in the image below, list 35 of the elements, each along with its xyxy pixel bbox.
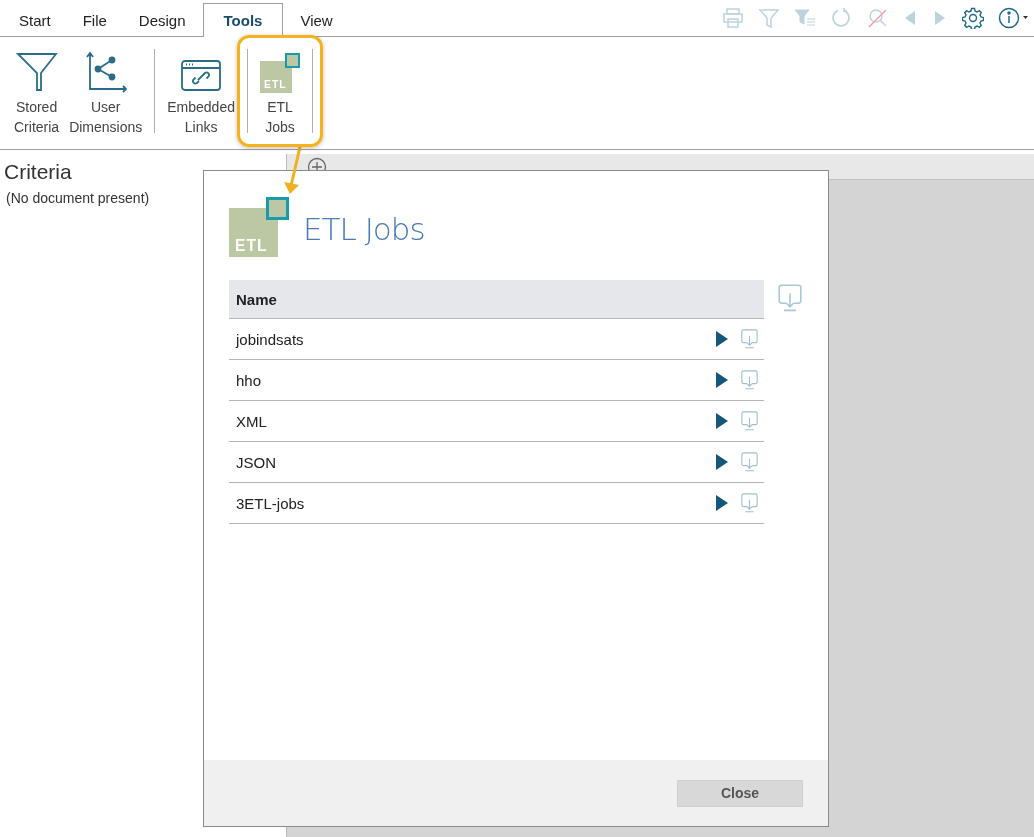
play-icon[interactable] xyxy=(715,453,729,472)
download-icon[interactable] xyxy=(741,329,758,349)
panel-title: Criteria xyxy=(4,160,73,184)
ribbon-tab[interactable]: View xyxy=(285,4,348,37)
close-button[interactable]: Close xyxy=(677,779,803,807)
axes-network-icon xyxy=(84,51,127,93)
download-icon[interactable] xyxy=(741,452,758,472)
settings-icon[interactable] xyxy=(962,7,984,29)
ribbon-tab[interactable]: Tools xyxy=(202,3,284,37)
ribbon-tab[interactable]: Design xyxy=(123,4,201,37)
ribbon-button[interactable]: Embedded Links xyxy=(165,45,237,137)
table-cell: hho xyxy=(229,359,691,401)
ribbon-tab[interactable]: Start xyxy=(4,4,66,37)
download-icon[interactable] xyxy=(741,370,758,390)
ribbon-button[interactable]: ETL ETL Jobs xyxy=(258,45,302,137)
funnel-icon xyxy=(15,51,58,93)
play-icon[interactable] xyxy=(715,412,729,431)
link-window-icon xyxy=(180,59,223,93)
download-icon[interactable] xyxy=(741,493,758,513)
table-cell: JSON xyxy=(229,441,691,483)
dialog-title: ETL Jobs xyxy=(303,211,425,247)
download-icon[interactable] xyxy=(778,284,802,312)
ribbon-button[interactable]: User Dimensions xyxy=(67,45,145,137)
column-header: Name xyxy=(229,280,764,319)
table-cell: XML xyxy=(229,400,691,442)
empty-message: (No document present) xyxy=(5,190,151,206)
table-cell: 3ETL-jobs xyxy=(229,482,691,524)
ribbon-button[interactable]: Stored Criteria xyxy=(12,45,62,137)
info-icon[interactable] xyxy=(998,7,1028,29)
play-icon[interactable] xyxy=(715,494,729,513)
table-cell: jobindsats xyxy=(229,318,691,360)
download-icon[interactable] xyxy=(741,411,758,431)
play-icon[interactable] xyxy=(715,371,729,390)
ribbon-tab[interactable]: File xyxy=(67,4,122,37)
play-icon[interactable] xyxy=(715,330,729,349)
